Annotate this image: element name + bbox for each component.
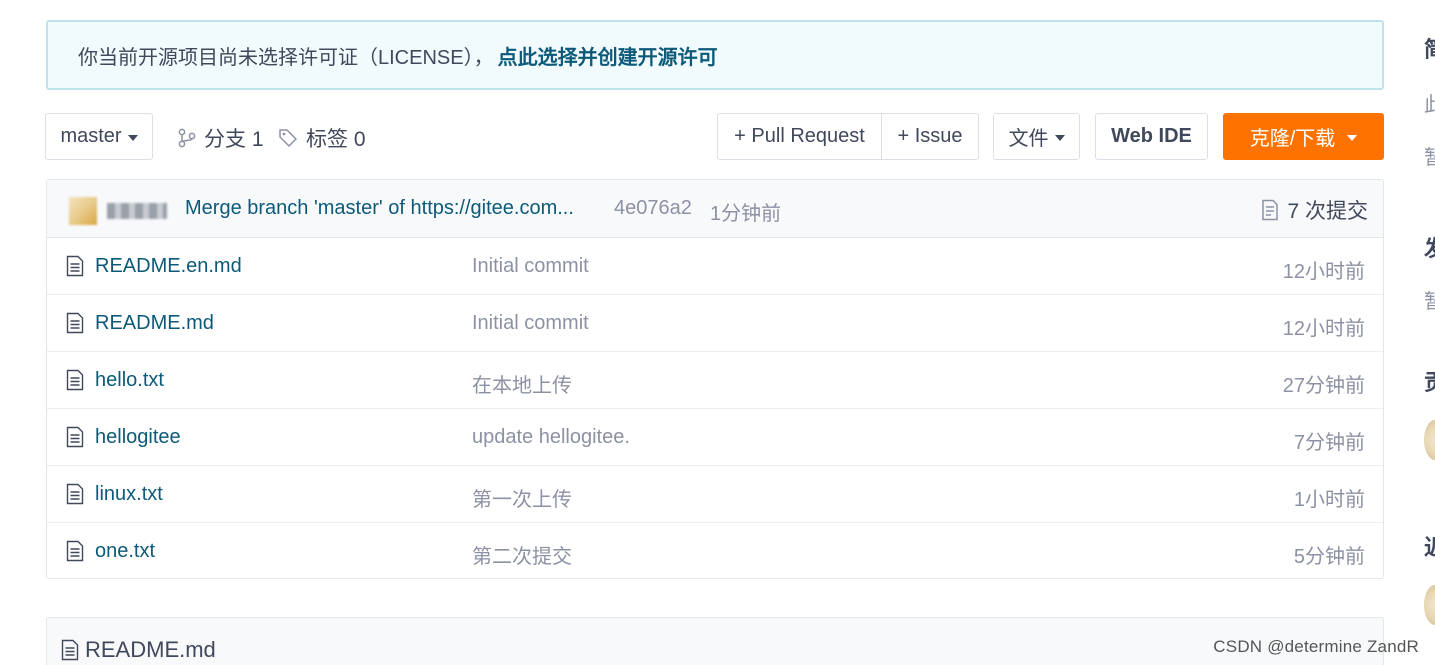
commits-count-label: 7 次提交 [1287,200,1368,223]
file-icon [66,483,84,505]
sidebar-intro-empty: 暂 [1424,147,1435,169]
tags-label: 标签 0 [306,128,366,151]
file-commit-message[interactable]: Initial commit [472,312,589,335]
sidebar-intro-text: 此 [1424,94,1435,116]
file-commit-message[interactable]: update hellogitee. [472,426,630,449]
commit-hash-link[interactable]: 4e076a2 [614,197,692,220]
sidebar-release-empty: 暂 [1424,291,1435,313]
pr-issue-group: + Pull Request + Issue [717,113,979,160]
branch-select-label: master [60,125,122,147]
readme-title: README.md [61,637,216,663]
latest-commit-bar: Merge branch 'master' of https://gitee.c… [47,180,1383,238]
sidebar-heading-contributors: 贡 [1424,365,1435,397]
clone-download-button[interactable]: 克隆/下载 [1223,113,1384,160]
sidebar-heading-recent: 近 [1424,530,1435,562]
file-icon [66,426,84,448]
new-pull-request-button[interactable]: + Pull Request [718,114,882,159]
file-name-link[interactable]: README.md [95,312,214,335]
file-commit-time: 12小时前 [1282,261,1365,283]
branches-link[interactable]: 分支 1 [178,123,264,153]
file-row: README.md Initial commit 12小时前 [47,295,1383,352]
file-menu-button[interactable]: 文件 [993,113,1080,160]
file-commit-time: 5分钟前 [1293,546,1365,568]
file-commit-message[interactable]: Initial commit [472,255,589,278]
file-commit-message[interactable]: 第一次上传 [472,483,572,512]
file-row: README.en.md Initial commit 12小时前 [47,238,1383,295]
readme-title-text: README.md [85,637,216,662]
branch-icon [178,128,196,148]
license-notice-text: 你当前开源项目尚未选择许可证（LICENSE）， [78,46,494,69]
file-commit-time: 7分钟前 [1293,432,1365,454]
file-list: Merge branch 'master' of https://gitee.c… [46,179,1384,579]
commit-time: 1分钟前 [710,203,782,225]
sidebar-heading-release: 发 [1424,231,1435,263]
chevron-down-icon [1347,134,1358,141]
tags-link[interactable]: 标签 0 [278,123,366,153]
file-name-link[interactable]: hellogitee [95,426,181,449]
file-name-link[interactable]: hello.txt [95,369,164,392]
file-commit-time: 1小时前 [1293,489,1365,511]
contributor-avatar[interactable] [1424,420,1435,460]
commits-icon [1262,199,1279,221]
file-commit-time: 12小时前 [1282,318,1365,340]
file-icon [66,255,84,277]
tag-icon [279,129,297,147]
readme-panel: README.md [46,617,1384,665]
file-icon [66,369,84,391]
file-icon [61,639,79,661]
file-commit-message[interactable]: 第二次提交 [472,540,572,569]
author-name-blurred [107,203,167,219]
recent-activity-avatar[interactable] [1424,585,1435,625]
watermark: CSDN @determine ZandR [1213,637,1419,656]
web-ide-button[interactable]: Web IDE [1095,113,1208,160]
license-notice: 你当前开源项目尚未选择许可证（LICENSE）， 点此选择并创建开源许可 [46,20,1384,90]
author-avatar[interactable] [69,197,97,225]
chevron-down-icon [127,134,138,141]
file-row: hellogitee update hellogitee. 7分钟前 [47,409,1383,466]
file-name-link[interactable]: README.en.md [95,255,242,278]
file-icon [66,540,84,562]
new-issue-button[interactable]: + Issue [882,114,978,159]
file-menu-label: 文件 [1008,128,1049,150]
sidebar-heading-intro: 简 [1424,32,1435,64]
commits-count-link[interactable]: 7 次提交 [1261,195,1368,225]
file-name-link[interactable]: linux.txt [95,483,163,506]
commit-message-link[interactable]: Merge branch 'master' of https://gitee.c… [185,197,574,220]
chevron-down-icon [1054,134,1065,141]
file-commit-time: 27分钟前 [1282,375,1365,397]
file-commit-message[interactable]: 在本地上传 [472,369,572,398]
file-row: one.txt 第二次提交 5分钟前 [47,523,1383,580]
file-icon [66,312,84,334]
file-row: hello.txt 在本地上传 27分钟前 [47,352,1383,409]
branches-label: 分支 1 [204,128,264,151]
file-row: linux.txt 第一次上传 1小时前 [47,466,1383,523]
clone-download-label: 克隆/下载 [1249,128,1336,150]
create-license-link[interactable]: 点此选择并创建开源许可 [498,41,718,70]
file-name-link[interactable]: one.txt [95,540,155,563]
branch-select[interactable]: master [45,113,153,160]
